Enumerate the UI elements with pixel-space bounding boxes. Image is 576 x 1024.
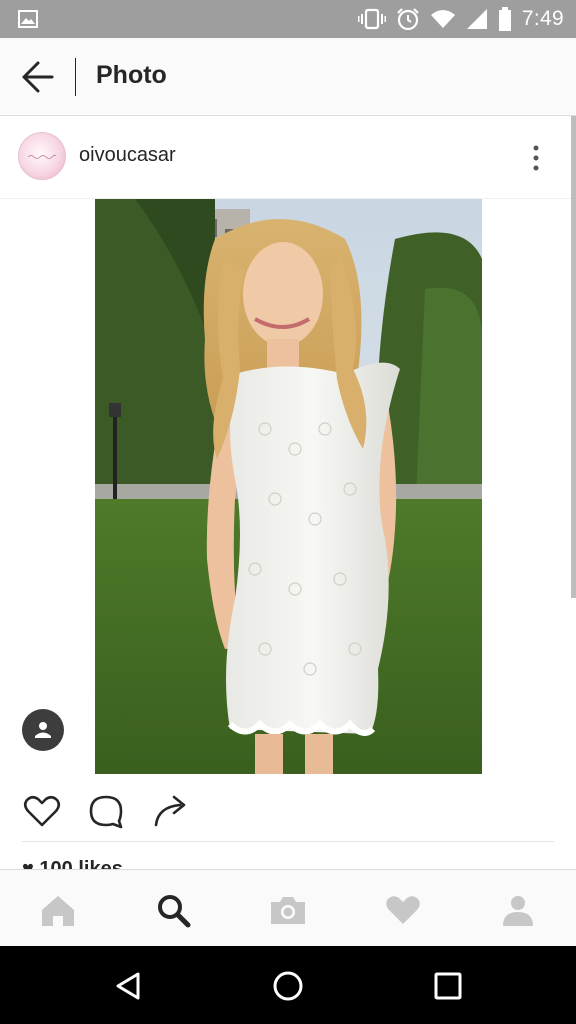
scrollbar[interactable] — [571, 116, 576, 598]
search-icon — [158, 895, 191, 928]
heart-icon — [23, 795, 61, 827]
actions-divider — [22, 841, 554, 842]
username-link[interactable]: oivoucasar — [79, 144, 176, 167]
tagged-people-button[interactable] — [22, 709, 64, 751]
comment-icon — [89, 795, 123, 829]
tab-camera[interactable] — [268, 890, 308, 930]
tab-home[interactable] — [38, 890, 78, 930]
more-options-button[interactable] — [526, 144, 546, 172]
share-button[interactable] — [150, 791, 190, 831]
home-icon — [42, 896, 74, 926]
nav-home-button[interactable] — [268, 966, 308, 1006]
post-header: oivoucasar — [0, 116, 576, 199]
status-bar: 7:49 — [0, 0, 576, 38]
person-icon — [35, 722, 51, 738]
system-nav-bar — [0, 946, 576, 1024]
clock-time: 7:49 — [521, 7, 564, 30]
app-bar-divider — [75, 58, 76, 96]
battery-icon — [498, 7, 512, 31]
post-actions — [0, 775, 576, 843]
back-arrow-icon — [22, 61, 54, 93]
back-button[interactable] — [18, 59, 58, 95]
nav-back-icon — [116, 972, 140, 1000]
more-vertical-icon — [533, 145, 539, 171]
tab-activity[interactable] — [383, 890, 423, 930]
wifi-icon — [430, 9, 456, 29]
nav-home-icon — [273, 971, 303, 1001]
nav-back-button[interactable] — [108, 966, 148, 1006]
vibrate-icon — [357, 8, 386, 30]
bottom-tab-bar — [0, 869, 576, 947]
profile-icon — [503, 896, 533, 926]
avatar-logo — [27, 154, 57, 159]
app-bar: Photo — [0, 38, 576, 116]
page-title: Photo — [96, 61, 167, 89]
comment-button[interactable] — [86, 791, 126, 831]
avatar[interactable] — [18, 132, 66, 180]
like-button[interactable] — [22, 791, 62, 831]
tab-profile[interactable] — [498, 890, 538, 930]
photo-image — [95, 199, 482, 774]
nav-recents-button[interactable] — [428, 966, 468, 1006]
share-icon — [154, 795, 186, 827]
post-photo[interactable] — [95, 199, 482, 774]
nav-recents-icon — [434, 972, 462, 1000]
tab-search[interactable] — [153, 890, 193, 930]
signal-icon — [466, 8, 488, 30]
photo-area — [0, 199, 576, 774]
gallery-icon — [18, 10, 38, 28]
alarm-icon — [396, 7, 420, 31]
camera-icon — [271, 897, 305, 924]
activity-heart-icon — [386, 896, 420, 924]
